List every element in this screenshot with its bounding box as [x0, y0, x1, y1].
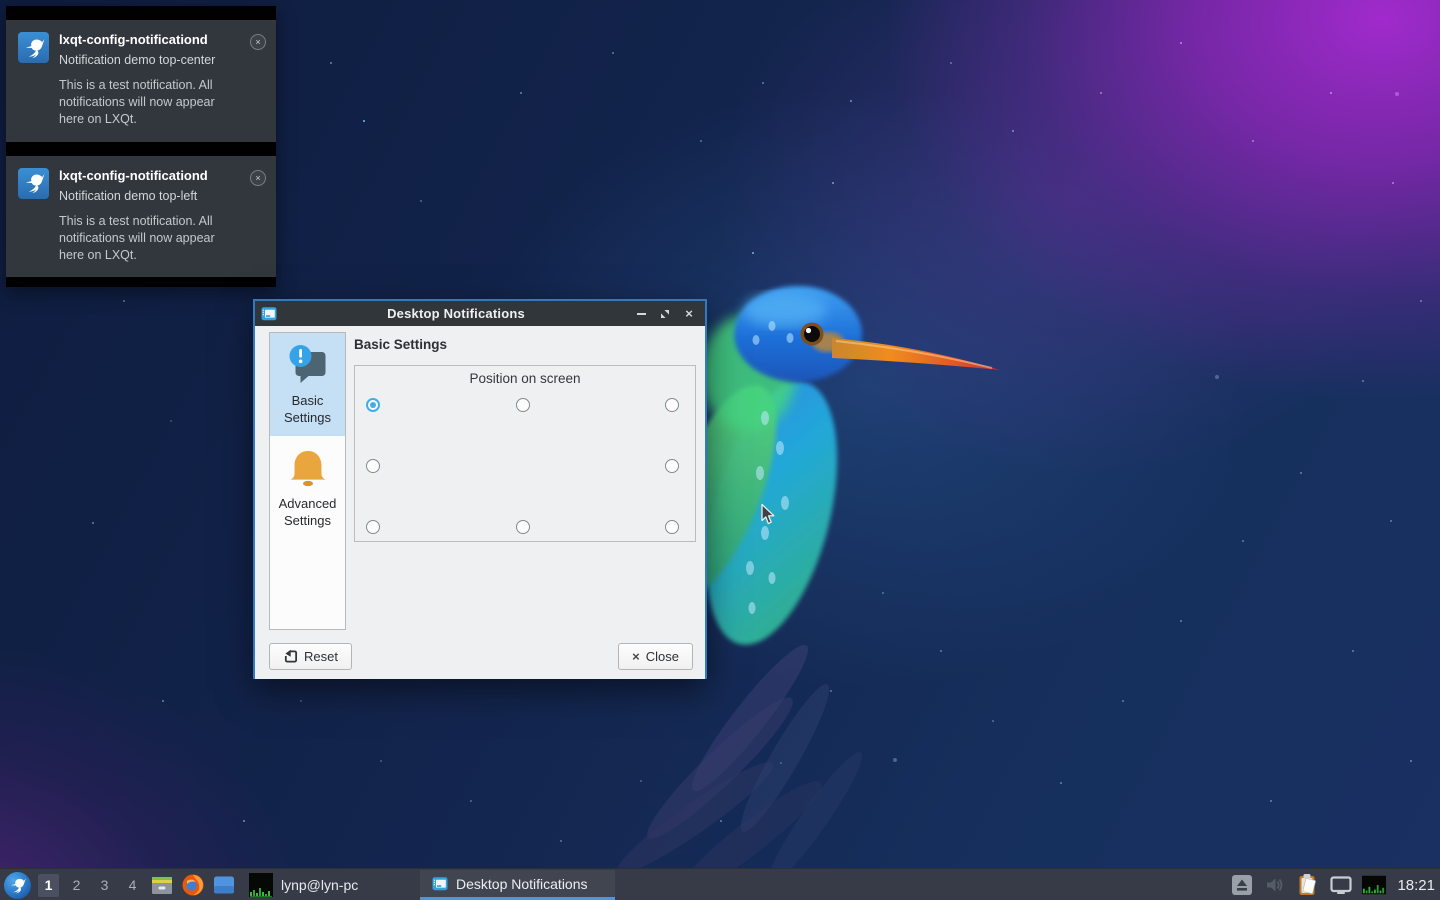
close-button[interactable]: × Close — [618, 643, 693, 670]
workspace-switcher-4[interactable]: 4 — [122, 874, 143, 897]
notification-app-name: lxqt-config-notificationd — [59, 168, 240, 185]
reset-button[interactable]: Reset — [269, 643, 352, 670]
sidebar-item-label: Basic Settings — [272, 393, 343, 426]
notification-text: lxqt-config-notificationd Notification d… — [59, 168, 240, 264]
terminal-thumbnail-icon — [249, 873, 273, 897]
notification-close-icon[interactable]: × — [250, 170, 266, 186]
notification-divider-strip — [6, 142, 276, 156]
restore-icon — [660, 309, 670, 319]
removable-media-tray-icon[interactable] — [1230, 873, 1254, 897]
settings-sidebar: Basic Settings Advanced Settings — [269, 332, 346, 630]
workspace-switcher-3[interactable]: 3 — [94, 874, 115, 897]
radio-position-top-right[interactable] — [665, 398, 679, 412]
clipboard-tray-icon[interactable] — [1296, 873, 1320, 897]
window-controls: × — [635, 308, 699, 320]
taskbar: 1 2 3 4 lynp@lyn-pc Desktop Notification… — [0, 868, 1440, 900]
notification-summary: Notification demo top-left — [59, 188, 219, 205]
taskbar-left: 1 2 3 4 lynp@lyn-pc — [4, 869, 364, 900]
speaker-icon — [1264, 874, 1286, 896]
minimize-icon — [637, 313, 646, 315]
reset-button-label: Reset — [304, 649, 338, 664]
minimize-button[interactable] — [635, 308, 647, 320]
window-icon — [261, 306, 277, 322]
radio-position-middle-left[interactable] — [366, 459, 380, 473]
network-monitor-tray-icon[interactable] — [1362, 873, 1386, 897]
bell-icon — [284, 444, 332, 492]
blue-window-icon — [212, 873, 236, 897]
workspace-switcher-2[interactable]: 2 — [66, 874, 87, 897]
firefox-launcher[interactable] — [181, 873, 205, 897]
notification-top-strip — [6, 6, 276, 20]
notification-stack: lxqt-config-notificationd Notification d… — [6, 6, 276, 287]
lubuntu-bird-icon — [18, 168, 49, 199]
radio-position-bottom-left[interactable] — [366, 520, 380, 534]
window-titlebar[interactable]: Desktop Notifications × — [255, 301, 705, 326]
blue-window-launcher[interactable] — [212, 873, 236, 897]
desktop-notifications-window: Desktop Notifications × Basic Settings A… — [253, 299, 707, 679]
notification-card[interactable]: lxqt-config-notificationd Notification d… — [6, 156, 276, 278]
notification-text: lxqt-config-notificationd Notification d… — [59, 32, 240, 128]
restore-button[interactable] — [659, 308, 671, 320]
display-icon — [1329, 873, 1353, 897]
lxqt-menu-button[interactable] — [4, 872, 31, 899]
radio-position-top-left[interactable] — [366, 398, 380, 412]
eject-icon — [1231, 874, 1253, 896]
notification-body: This is a test notification. All notific… — [59, 213, 240, 263]
position-groupbox: Position on screen — [354, 365, 696, 542]
notification-card[interactable]: lxqt-config-notificationd Notification d… — [6, 20, 276, 142]
groupbox-title: Position on screen — [355, 371, 695, 386]
radio-position-bottom-center[interactable] — [516, 520, 530, 534]
window-close-button[interactable]: × — [683, 308, 695, 320]
volume-tray-icon[interactable] — [1263, 873, 1287, 897]
window-icon — [432, 876, 448, 892]
display-tray-icon[interactable] — [1329, 873, 1353, 897]
workspace-switcher-1[interactable]: 1 — [38, 874, 59, 897]
task-label: Desktop Notifications — [456, 876, 588, 892]
sidebar-item-advanced-settings[interactable]: Advanced Settings — [270, 436, 345, 539]
close-button-label: Close — [646, 649, 679, 664]
radio-position-top-center[interactable] — [516, 398, 530, 412]
file-manager-launcher[interactable] — [150, 873, 174, 897]
notification-bottom-strip — [6, 277, 276, 287]
lubuntu-bird-icon — [18, 32, 49, 63]
radio-position-middle-right[interactable] — [665, 459, 679, 473]
notification-close-icon[interactable]: × — [250, 34, 266, 50]
notification-body: This is a test notification. All notific… — [59, 77, 240, 127]
sidebar-item-label: Advanced Settings — [272, 496, 343, 529]
firefox-icon — [181, 873, 205, 897]
taskbar-task-terminal[interactable]: lynp@lyn-pc — [243, 871, 364, 899]
task-label: lynp@lyn-pc — [281, 877, 358, 893]
taskbar-task-desktop-notifications[interactable]: Desktop Notifications — [420, 870, 615, 900]
clock[interactable]: 18:21 — [1397, 877, 1435, 894]
notification-bubble-icon — [284, 341, 332, 389]
desktop: lxqt-config-notificationd Notification d… — [0, 0, 1440, 900]
lxqt-bird-icon — [8, 876, 27, 895]
close-x-icon: × — [632, 649, 640, 664]
radio-position-bottom-right[interactable] — [665, 520, 679, 534]
window-content: Basic Settings Advanced Settings Basic S… — [255, 326, 705, 679]
file-manager-icon — [150, 873, 174, 897]
notification-app-name: lxqt-config-notificationd — [59, 32, 240, 49]
reset-icon — [283, 649, 298, 664]
notification-summary: Notification demo top-center — [59, 52, 219, 69]
network-graph-icon — [1362, 875, 1386, 895]
sidebar-item-basic-settings[interactable]: Basic Settings — [270, 333, 345, 436]
starfield-bright — [0, 0, 4, 4]
taskbar-tray: 18:21 — [1230, 869, 1435, 900]
window-title: Desktop Notifications — [283, 306, 629, 321]
page-heading: Basic Settings — [354, 337, 447, 352]
clipboard-icon — [1296, 873, 1320, 897]
